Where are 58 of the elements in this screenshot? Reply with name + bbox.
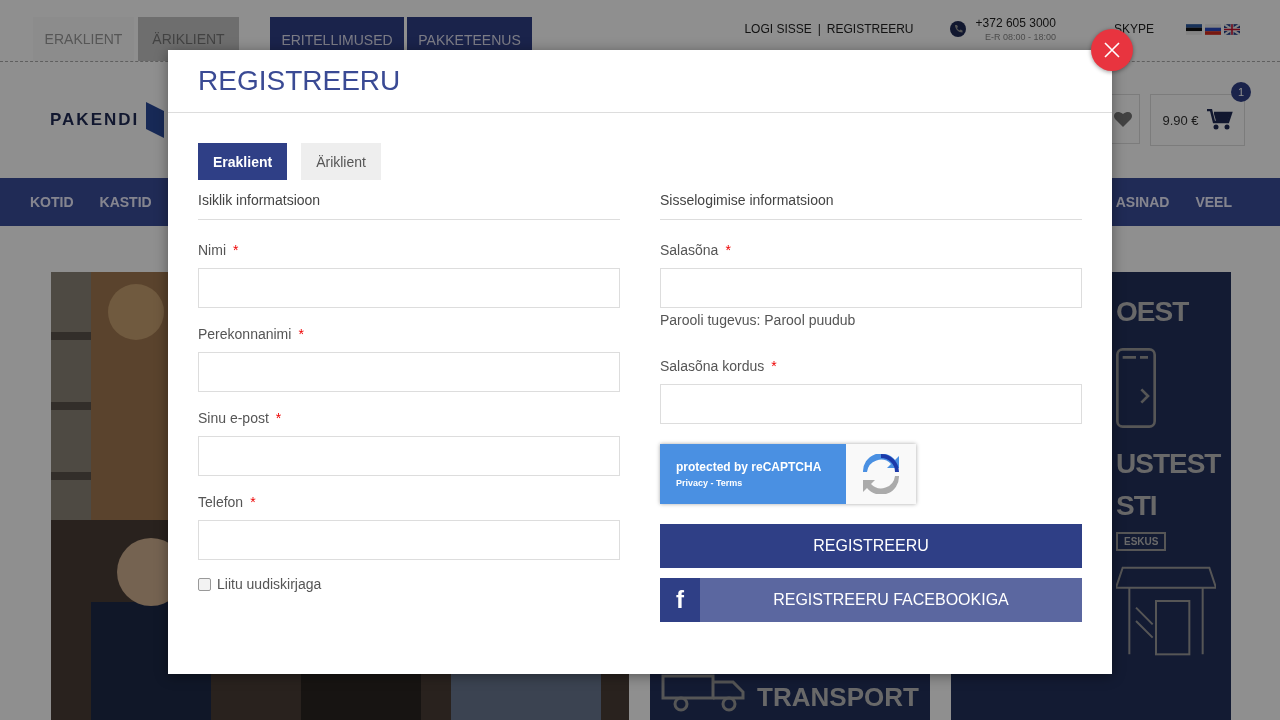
section-heading: Sisselogimise informatsioon (660, 180, 1082, 220)
customer-type-tab[interactable]: Eraklient (198, 143, 288, 180)
flag-icon[interactable] (1224, 23, 1240, 35)
phone-number: +372 605 3000 (975, 16, 1056, 30)
opening-hours: E-R 08:00 - 18:00 (984, 32, 1056, 42)
customer-type-tab[interactable]: Äriklient (301, 143, 381, 180)
dialog-title: REGISTREERU (198, 65, 401, 97)
field-label: Nimi (198, 242, 226, 258)
nav-item[interactable]: KASTID (99, 194, 152, 210)
flag-icon[interactable] (1205, 23, 1221, 35)
flag-icon[interactable] (1186, 23, 1202, 35)
required-mark: * (771, 358, 777, 374)
facebook-register-button[interactable]: f REGISTREERU FACEBOOKIGA (660, 578, 1082, 622)
banner-text: STI (1116, 490, 1157, 522)
password-strength-text: Parooli tugevus: Parool puudub (660, 312, 857, 328)
input-field[interactable] (198, 268, 620, 308)
nav-item[interactable]: VEEL (1195, 194, 1232, 210)
checkbox-label[interactable]: Liitu uudiskirjaga (217, 576, 322, 592)
link-separator: | (817, 22, 821, 36)
input-field[interactable] (198, 352, 620, 392)
shop-sign: ESKUS (1116, 532, 1167, 551)
password-field[interactable] (660, 268, 1082, 308)
cart-total: 9.90 € (1162, 112, 1199, 128)
input-field[interactable] (198, 520, 620, 560)
nav-item[interactable]: ASINAD (1115, 194, 1170, 210)
cart-icon (1206, 109, 1233, 131)
recaptcha-links[interactable]: Privacy - Terms (676, 478, 846, 488)
recaptcha-icon (861, 454, 901, 494)
banner-text: OEST (1116, 296, 1189, 328)
register-link[interactable]: REGISTREERU (826, 22, 914, 36)
required-mark: * (298, 326, 304, 342)
recaptcha-text: protected by reCAPTCHA (676, 460, 823, 474)
field-label: Salasõna (660, 242, 719, 258)
banner-text: TRANSPORT (757, 682, 919, 712)
register-button[interactable]: REGISTREERU (660, 524, 1082, 568)
nav-item[interactable]: KOTID (30, 194, 74, 210)
phone-icon (949, 21, 966, 37)
banner-text: USTEST (1116, 448, 1221, 480)
checkbox[interactable] (198, 577, 211, 591)
close-icon (1102, 40, 1122, 60)
cart-count-badge: 1 (1231, 82, 1251, 102)
facebook-icon: f (660, 578, 700, 622)
field-label: Perekonnanimi (198, 326, 292, 342)
required-mark: * (275, 410, 282, 426)
field-label: Sinu e-post (198, 410, 269, 426)
input-field[interactable] (198, 436, 620, 476)
section-heading: Isiklik informatsioon (198, 180, 620, 220)
field-label: Telefon (198, 494, 244, 510)
logo-text[interactable]: PAKENDI (50, 110, 140, 130)
password-field[interactable] (660, 384, 1082, 424)
field-label: Salasõna kordus (660, 358, 765, 374)
login-link[interactable]: LOGI SISSE (744, 22, 812, 36)
heart-icon (1113, 110, 1133, 128)
required-mark: * (233, 242, 239, 258)
required-mark: * (250, 494, 256, 510)
required-mark: * (725, 242, 731, 258)
logo-icon (145, 102, 166, 138)
truck-icon (661, 674, 748, 712)
